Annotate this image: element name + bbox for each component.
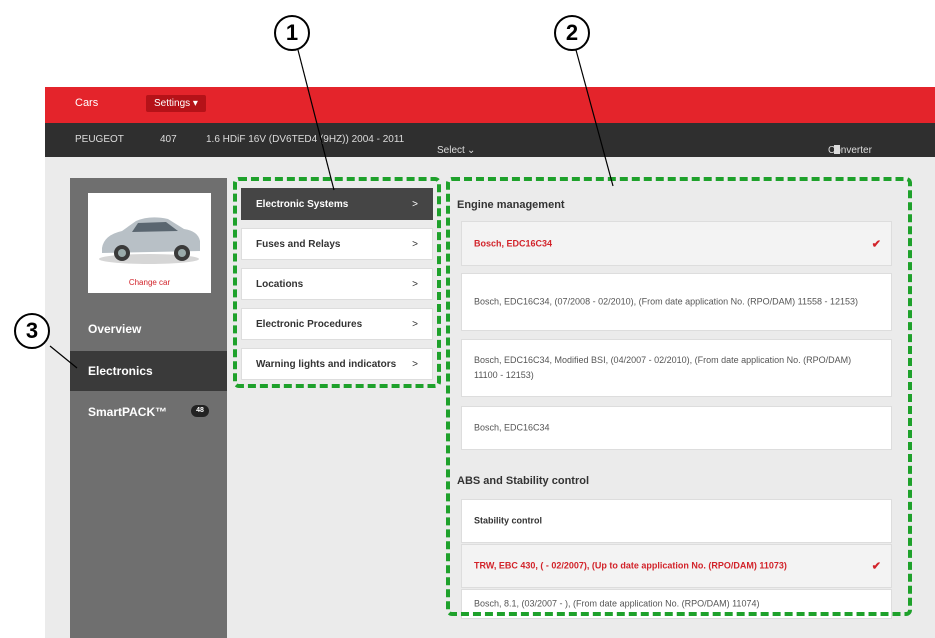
callout-1: 1 — [274, 15, 310, 51]
callout-3: 3 — [14, 313, 50, 349]
callout-2: 2 — [554, 15, 590, 51]
callout-leader-lines — [49, 49, 614, 369]
